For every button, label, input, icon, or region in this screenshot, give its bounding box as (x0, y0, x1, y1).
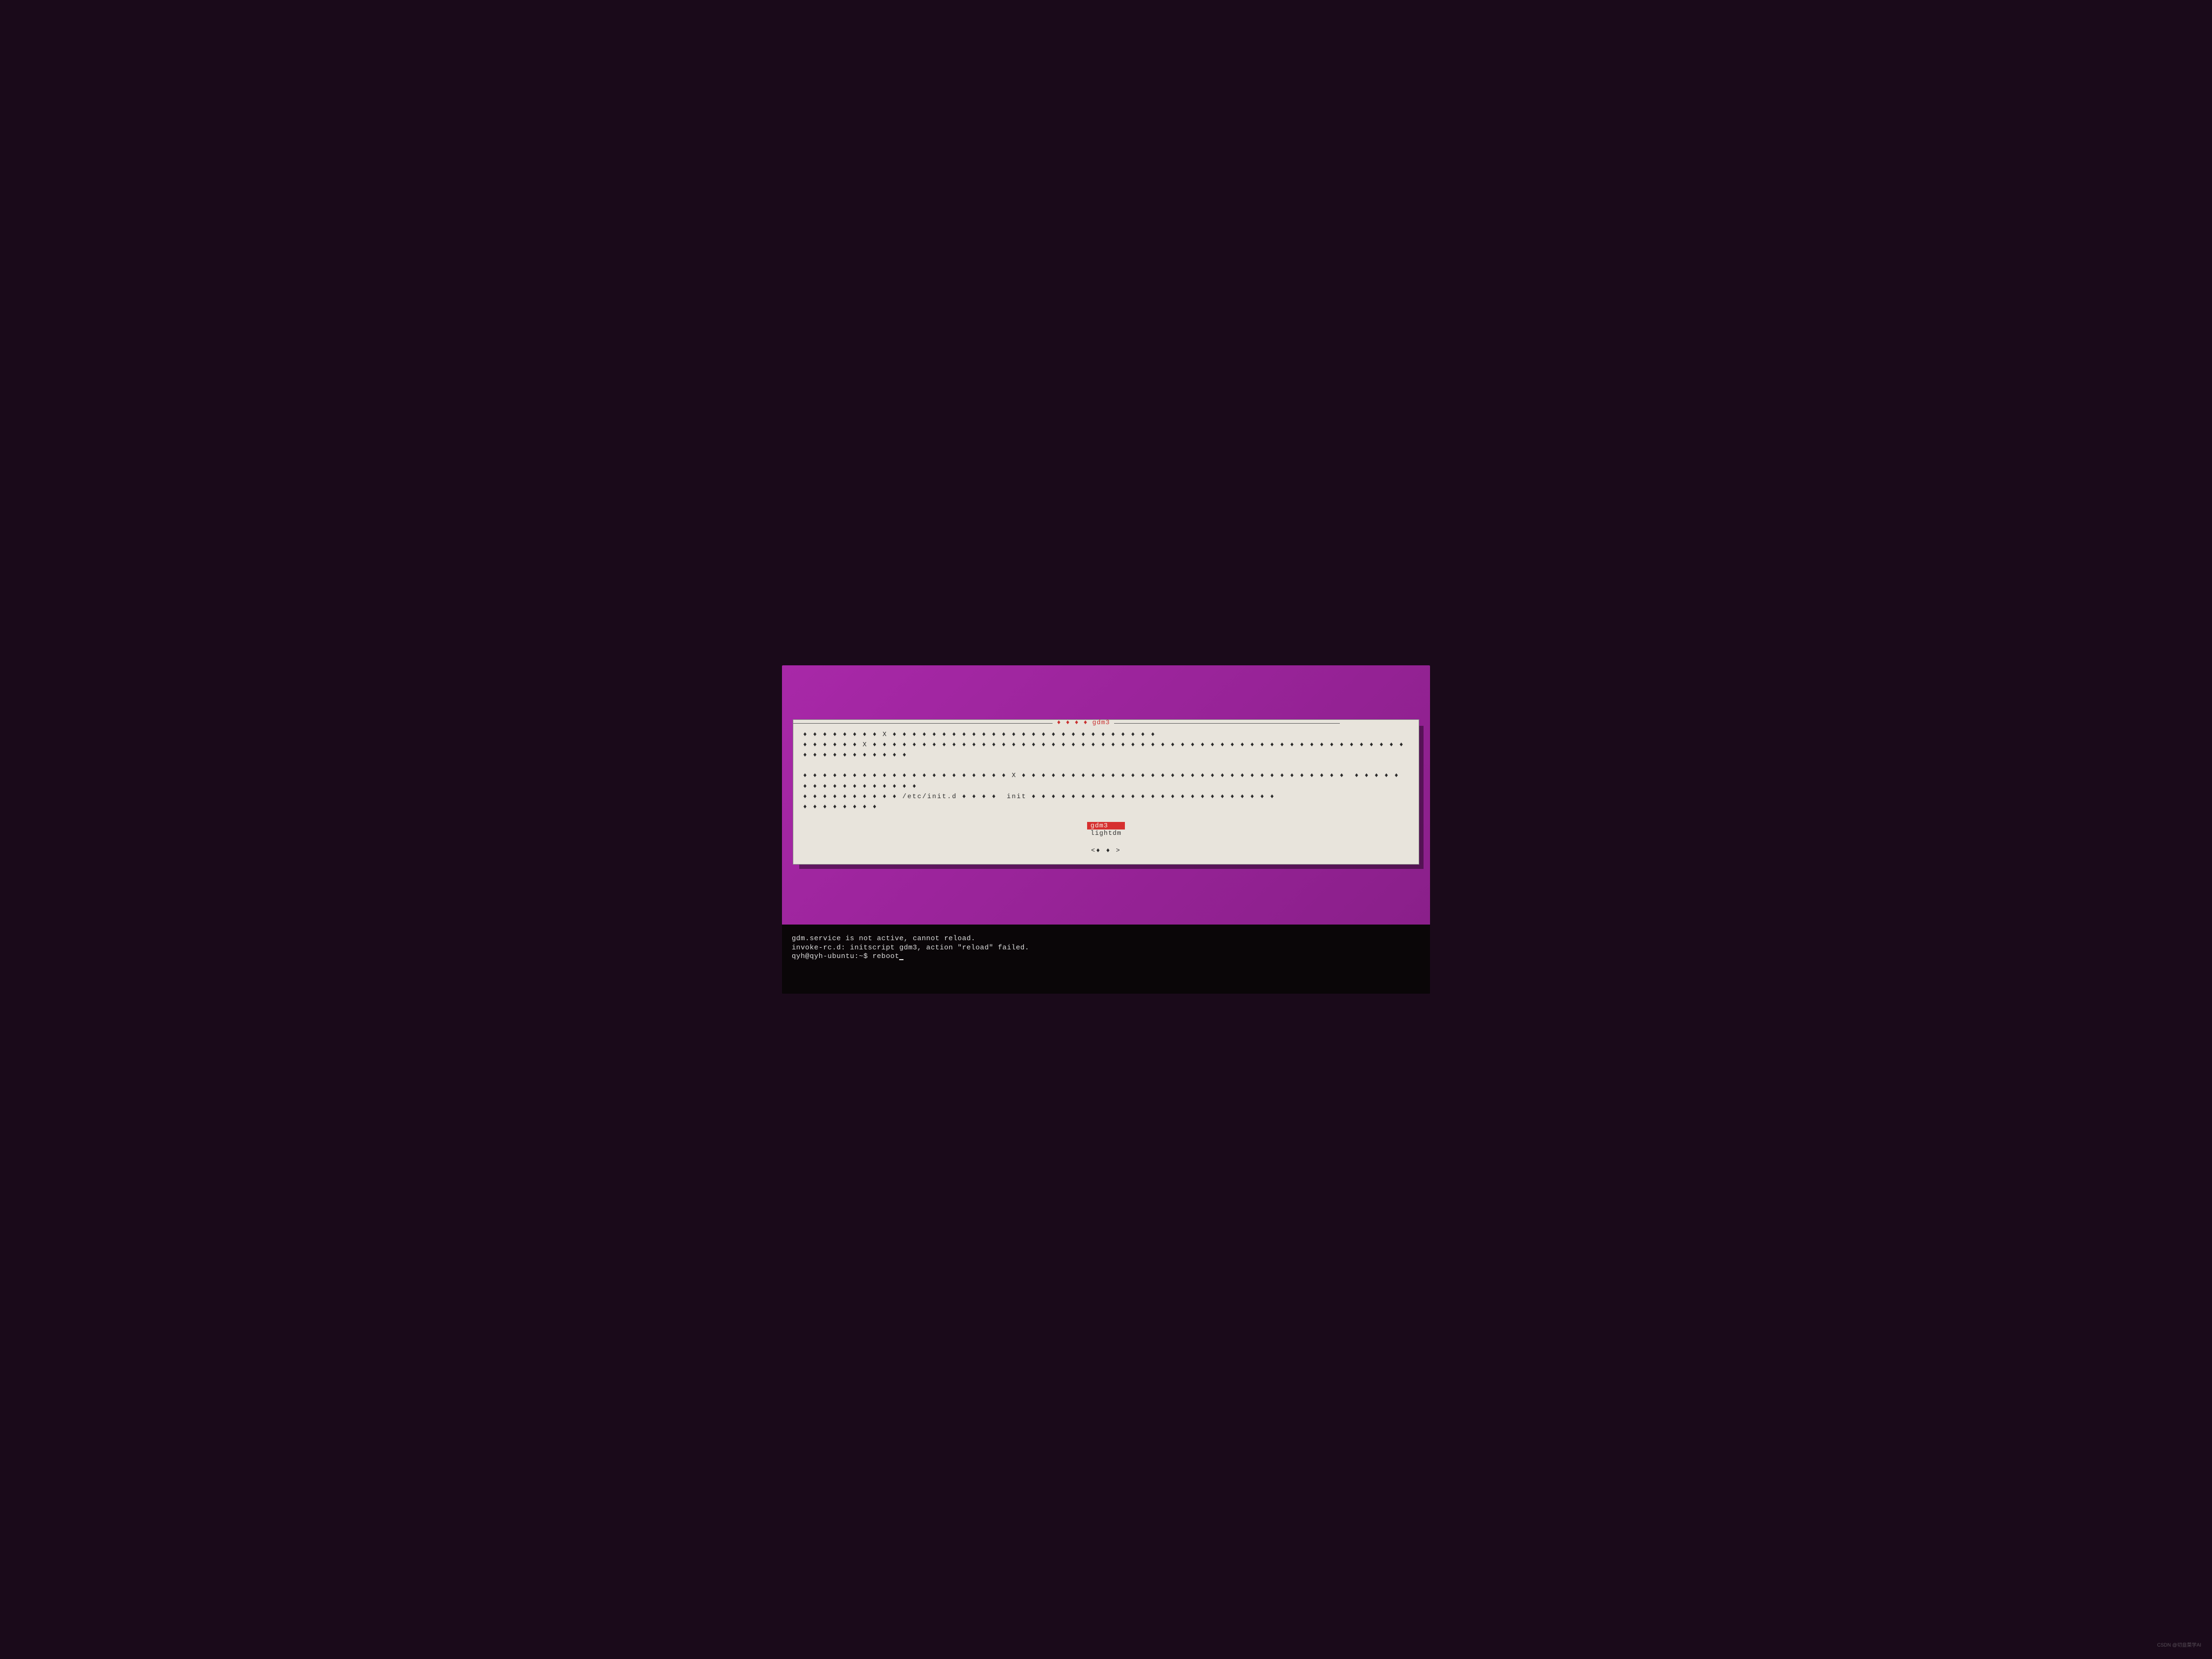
dialog-description: ♦ ♦ ♦ ♦ ♦ ♦ ♦ ♦ X ♦ ♦ ♦ ♦ ♦ ♦ ♦ ♦ ♦ ♦ ♦ … (803, 730, 1409, 813)
title-line-left (793, 723, 1053, 724)
screen: ♦ ♦ ♦ ♦ gdm3 ♦ ♦ ♦ ♦ ♦ ♦ ♦ ♦ X ♦ ♦ ♦ ♦ ♦… (782, 665, 1430, 994)
terminal-line-1: gdm.service is not active, cannot reload… (792, 934, 975, 942)
terminal-line-2: invoke-rc.d: initscript gdm3, action "re… (792, 943, 1029, 952)
cursor-icon (899, 959, 903, 960)
ok-button[interactable]: <♦ ♦ > (803, 847, 1409, 854)
dialog-title: ♦ ♦ ♦ ♦ gdm3 (1053, 719, 1114, 726)
option-lightdm[interactable]: lightdm (1087, 830, 1124, 837)
dialog-body: ♦ ♦ ♦ ♦ ♦ ♦ ♦ ♦ X ♦ ♦ ♦ ♦ ♦ ♦ ♦ ♦ ♦ ♦ ♦ … (793, 727, 1419, 865)
body-line-5: ♦ ♦ ♦ ♦ ♦ ♦ ♦ ♦ (803, 803, 878, 811)
terminal-prompt: qyh@qyh-ubuntu:~$ (792, 952, 872, 960)
body-line-1: ♦ ♦ ♦ ♦ ♦ ♦ ♦ ♦ X ♦ ♦ ♦ ♦ ♦ ♦ ♦ ♦ ♦ ♦ ♦ … (803, 731, 1156, 738)
body-line-2: ♦ ♦ ♦ ♦ ♦ ♦ X ♦ ♦ ♦ ♦ ♦ ♦ ♦ ♦ ♦ ♦ ♦ ♦ ♦ … (803, 741, 1410, 759)
terminal-command: reboot (872, 952, 899, 960)
watermark: CSDN @切韭菜学AI (2157, 1641, 2201, 1648)
dialog-wrapper: ♦ ♦ ♦ ♦ gdm3 ♦ ♦ ♦ ♦ ♦ ♦ ♦ ♦ X ♦ ♦ ♦ ♦ ♦… (793, 719, 1419, 865)
body-line-3: ♦ ♦ ♦ ♦ ♦ ♦ ♦ ♦ ♦ ♦ ♦ ♦ ♦ ♦ ♦ ♦ ♦ ♦ ♦ ♦ … (803, 772, 1404, 790)
config-dialog: ♦ ♦ ♦ ♦ gdm3 ♦ ♦ ♦ ♦ ♦ ♦ ♦ ♦ X ♦ ♦ ♦ ♦ ♦… (793, 719, 1419, 865)
title-line-right (1114, 723, 1339, 724)
body-line-4: ♦ ♦ ♦ ♦ ♦ ♦ ♦ ♦ ♦ ♦ /etc/init.d ♦ ♦ ♦ ♦ … (803, 793, 1275, 800)
desktop-background: ♦ ♦ ♦ ♦ gdm3 ♦ ♦ ♦ ♦ ♦ ♦ ♦ ♦ X ♦ ♦ ♦ ♦ ♦… (782, 665, 1430, 925)
terminal[interactable]: gdm.service is not active, cannot reload… (782, 925, 1430, 994)
dialog-titlebar: ♦ ♦ ♦ ♦ gdm3 (793, 720, 1419, 727)
display-manager-options: gdm3 lightdm (1087, 822, 1124, 837)
option-gdm3[interactable]: gdm3 (1087, 822, 1124, 830)
